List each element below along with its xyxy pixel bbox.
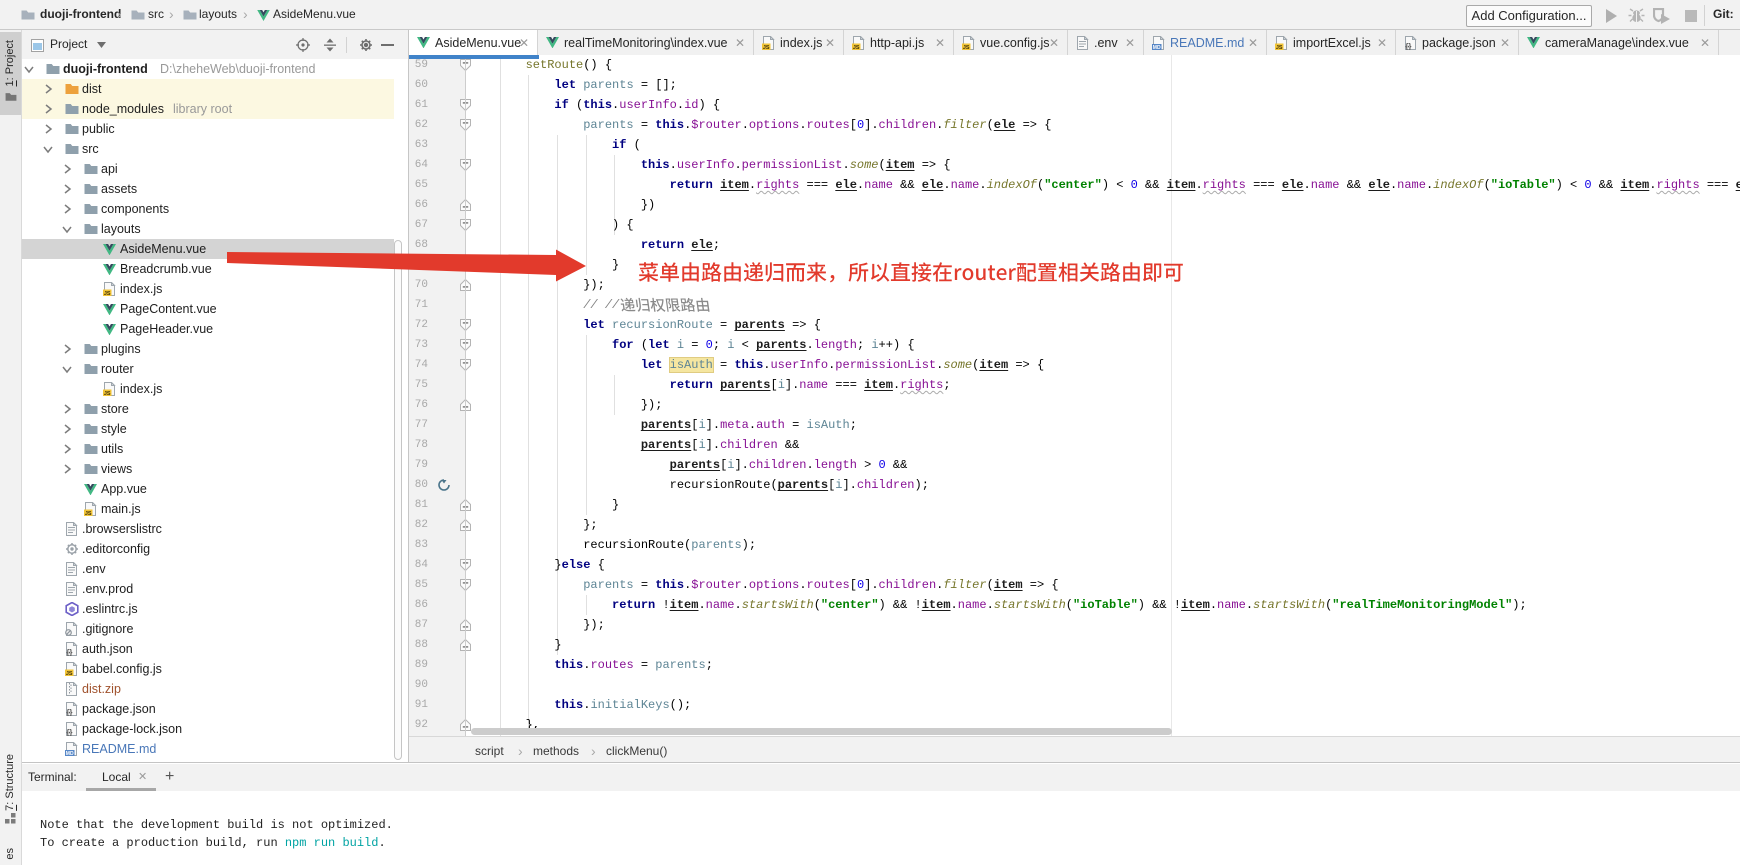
svg-text:MD: MD [66, 751, 74, 756]
svg-text:JS: JS [1276, 45, 1283, 50]
svg-text:JS: JS [85, 511, 92, 516]
svg-text:JS: JS [66, 671, 73, 676]
svg-text:MD: MD [1153, 45, 1161, 50]
svg-text:JS: JS [104, 291, 111, 296]
svg-text:JS: JS [853, 45, 860, 50]
svg-text:JS: JS [963, 45, 970, 50]
svg-text:JS: JS [104, 391, 111, 396]
svg-text:JS: JS [763, 45, 770, 50]
